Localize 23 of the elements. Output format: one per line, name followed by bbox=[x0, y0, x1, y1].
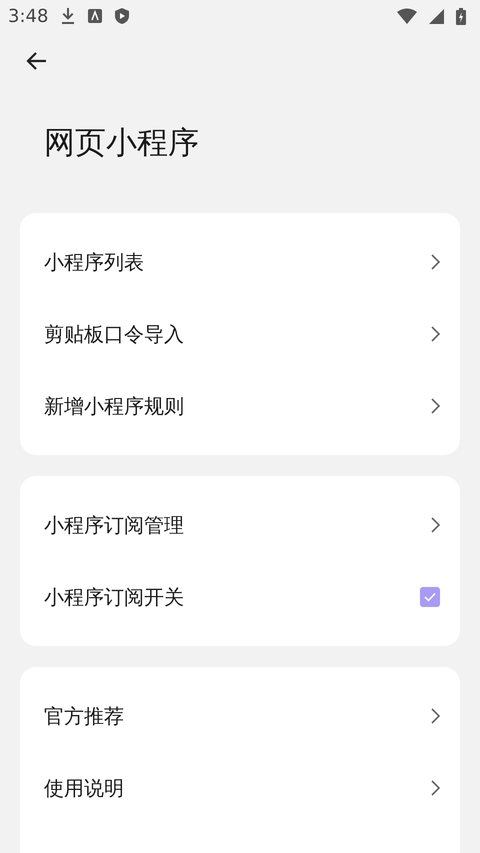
page-title: 网页小程序 bbox=[43, 124, 200, 163]
setting-label[interactable]: 小程序列表 bbox=[44, 248, 144, 276]
status-time: 3:48 bbox=[8, 6, 48, 26]
setting-label[interactable]: 新增小程序规则 bbox=[44, 392, 184, 420]
setting-label[interactable]: 小程序订阅管理 bbox=[44, 512, 184, 538]
chevron-right-icon[interactable] bbox=[430, 254, 440, 270]
setting-label[interactable]: 剪贴板口令导入 bbox=[44, 320, 184, 348]
chevron-right-icon[interactable] bbox=[430, 326, 440, 342]
chevron-right-icon[interactable] bbox=[430, 517, 440, 533]
signal-icon bbox=[429, 8, 444, 24]
setting-label[interactable]: 官方推荐 bbox=[44, 702, 124, 730]
battery-icon bbox=[456, 8, 466, 24]
chevron-right-icon[interactable] bbox=[430, 708, 440, 724]
chevron-right-icon[interactable] bbox=[430, 780, 440, 796]
app-icon bbox=[88, 9, 102, 23]
setting-label[interactable]: 使用说明 bbox=[44, 774, 124, 802]
chevron-right-icon[interactable] bbox=[430, 398, 440, 414]
setting-label[interactable]: 小程序订阅开关 bbox=[44, 584, 184, 610]
checkmark-icon bbox=[424, 592, 436, 602]
shield-icon bbox=[114, 7, 130, 25]
download-icon bbox=[60, 7, 76, 25]
wifi-icon bbox=[397, 8, 417, 24]
checkbox[interactable] bbox=[420, 587, 440, 607]
